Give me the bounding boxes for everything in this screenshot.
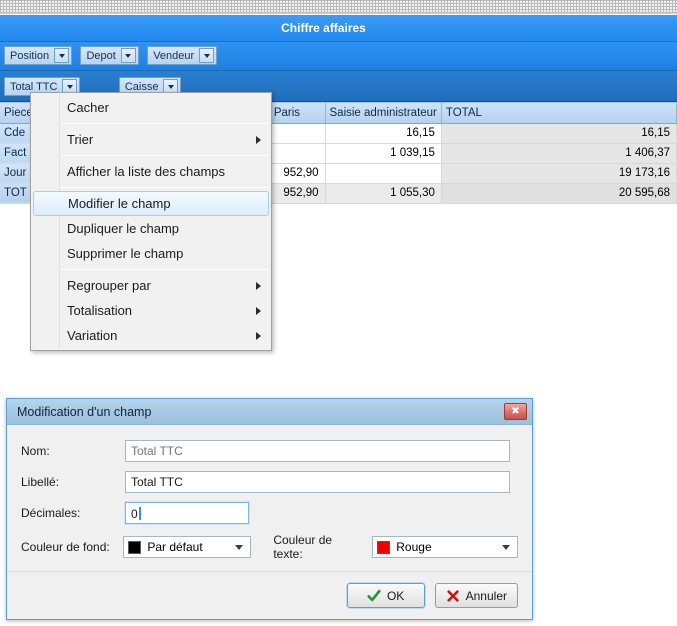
- dialog-footer: OK Annuler: [7, 571, 532, 619]
- text-cursor: [139, 507, 141, 520]
- cell-value: 1 055,30: [325, 183, 441, 203]
- menu-item-label: Afficher la liste des champs: [67, 164, 225, 179]
- decimales-label: Décimales:: [21, 506, 125, 520]
- chevron-down-icon[interactable]: [121, 48, 136, 63]
- field-row-libelle: Libellé:: [21, 471, 518, 493]
- menu-item-variation[interactable]: Variation: [31, 323, 271, 348]
- close-icon[interactable]: ✖: [504, 403, 527, 420]
- page-top-pattern-strip: [0, 0, 677, 14]
- field-context-menu[interactable]: Cacher Trier Afficher la liste des champ…: [30, 92, 272, 351]
- menu-item-label: Modifier le champ: [68, 196, 171, 211]
- submenu-arrow-icon: [256, 282, 261, 290]
- couleur-fond-label: Couleur de fond:: [21, 540, 123, 554]
- filter-chip-depot[interactable]: Depot: [80, 46, 138, 65]
- menu-item-totalisation[interactable]: Totalisation: [31, 298, 271, 323]
- couleur-texte-value: Rouge: [396, 540, 497, 554]
- filter-toolbar: Position Depot Vendeur: [0, 42, 677, 71]
- nom-input[interactable]: [125, 440, 510, 462]
- chevron-down-icon[interactable]: [199, 48, 214, 63]
- libelle-label: Libellé:: [21, 475, 125, 489]
- submenu-arrow-icon: [256, 307, 261, 315]
- menu-item-label: Variation: [67, 328, 117, 343]
- menu-item-label: Totalisation: [67, 303, 132, 318]
- menu-item-regrouper-par[interactable]: Regrouper par: [31, 273, 271, 298]
- menu-item-label: Regrouper par: [67, 278, 151, 293]
- column-header-saisie-admin[interactable]: Saisie administrateur: [325, 103, 441, 123]
- menu-separator: [61, 123, 269, 124]
- cancel-button-label: Annuler: [466, 589, 507, 603]
- couleur-texte-label: Couleur de texte:: [273, 533, 363, 561]
- cell-value: 16,15: [325, 123, 441, 143]
- cell-total: 19 173,16: [441, 163, 676, 183]
- color-swatch-icon: [377, 541, 390, 554]
- dialog-title: Modification d'un champ: [17, 405, 151, 419]
- nom-label: Nom:: [21, 444, 125, 458]
- dialog-body: Nom: Libellé: Décimales: 0 Couleur de fo…: [7, 426, 532, 572]
- cell-value: 1 039,15: [325, 143, 441, 163]
- cell-value: [325, 163, 441, 183]
- decimales-value: 0: [131, 507, 138, 521]
- decimales-input[interactable]: 0: [125, 502, 249, 524]
- menu-item-supprimer-le-champ[interactable]: Supprimer le champ: [31, 241, 271, 266]
- cell-total: 20 595,68: [441, 183, 676, 203]
- menu-item-label: Dupliquer le champ: [67, 221, 179, 236]
- filter-chip-label: Position: [10, 50, 49, 62]
- cancel-button[interactable]: Annuler: [435, 583, 518, 608]
- ok-button-label: OK: [387, 589, 404, 603]
- window-title: Chiffre affaires: [0, 15, 677, 42]
- filter-chip-label: Vendeur: [153, 50, 194, 62]
- menu-item-afficher-liste-champs[interactable]: Afficher la liste des champs: [31, 159, 271, 184]
- column-header-total[interactable]: TOTAL: [441, 103, 676, 123]
- submenu-arrow-icon: [256, 136, 261, 144]
- cross-icon: [446, 589, 460, 603]
- menu-item-label: Trier: [67, 132, 93, 147]
- submenu-arrow-icon: [256, 332, 261, 340]
- filter-chip-position[interactable]: Position: [4, 46, 72, 65]
- ok-button[interactable]: OK: [347, 583, 425, 608]
- dialog-title-bar[interactable]: Modification d'un champ ✖: [7, 399, 532, 425]
- libelle-input[interactable]: [125, 471, 510, 493]
- chevron-down-icon[interactable]: [502, 545, 510, 550]
- field-row-colors: Couleur de fond: Par défaut Couleur de t…: [21, 533, 518, 561]
- menu-separator: [61, 269, 269, 270]
- color-swatch-icon: [128, 541, 141, 554]
- field-row-decimales: Décimales: 0: [21, 502, 518, 524]
- menu-item-trier[interactable]: Trier: [31, 127, 271, 152]
- couleur-fond-dropdown[interactable]: Par défaut: [123, 536, 251, 558]
- check-icon: [367, 589, 381, 603]
- modify-field-dialog: Modification d'un champ ✖ Nom: Libellé: …: [6, 398, 533, 620]
- filter-chip-label: Depot: [86, 50, 115, 62]
- menu-separator: [61, 187, 269, 188]
- field-chip-label: Total TTC: [10, 81, 57, 93]
- cell-total: 16,15: [441, 123, 676, 143]
- menu-item-cacher[interactable]: Cacher: [31, 95, 271, 120]
- couleur-fond-value: Par défaut: [147, 540, 230, 554]
- menu-item-dupliquer-le-champ[interactable]: Dupliquer le champ: [31, 216, 271, 241]
- chevron-down-icon[interactable]: [235, 545, 243, 550]
- couleur-texte-dropdown[interactable]: Rouge: [372, 536, 518, 558]
- menu-item-modifier-le-champ[interactable]: Modifier le champ: [33, 191, 269, 216]
- chevron-down-icon[interactable]: [54, 48, 69, 63]
- filter-chip-vendeur[interactable]: Vendeur: [147, 46, 217, 65]
- menu-separator: [61, 155, 269, 156]
- menu-item-label: Cacher: [67, 100, 109, 115]
- field-chip-label: Caisse: [125, 81, 159, 93]
- field-row-nom: Nom:: [21, 440, 518, 462]
- window-title-bar: Chiffre affaires: [0, 15, 677, 42]
- menu-item-label: Supprimer le champ: [67, 246, 183, 261]
- cell-total: 1 406,37: [441, 143, 676, 163]
